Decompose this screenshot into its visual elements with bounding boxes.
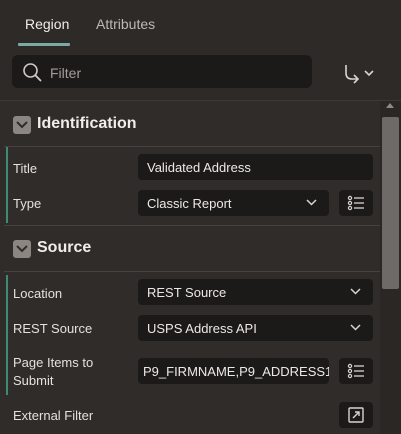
scroll-up-arrow[interactable] (386, 103, 394, 108)
required-marker (6, 347, 8, 395)
property-label: Type (13, 196, 42, 211)
collapse-toggle[interactable] (13, 116, 31, 134)
location-value: REST Source (147, 285, 227, 300)
scrollbar-thumb[interactable] (382, 117, 399, 289)
title-value: Validated Address (147, 160, 251, 175)
type-select[interactable]: Classic Report (138, 190, 329, 216)
chevron-down-icon (16, 121, 28, 129)
chevron-down-icon (350, 288, 361, 295)
property-external-filter: External Filter (4, 399, 380, 431)
external-filter-open-button[interactable] (339, 402, 373, 428)
tab-bar: Region Attributes (0, 0, 401, 46)
type-value: Classic Report (147, 196, 232, 211)
collapse-toggle[interactable] (13, 240, 31, 258)
property-label: Location (13, 286, 63, 301)
property-page-items: Page Items to Submit P9_FIRMNAME,P9_ADDR… (4, 347, 380, 395)
list-icon (347, 363, 364, 379)
property-label: External Filter (13, 408, 94, 423)
required-marker (6, 147, 8, 187)
property-label: REST Source (13, 321, 93, 336)
title-field[interactable]: Validated Address (138, 154, 373, 180)
section-title-identification: Identification (37, 115, 137, 132)
property-label: Title (13, 161, 38, 176)
type-list-button[interactable] (339, 190, 373, 216)
search-icon (22, 62, 42, 82)
filter-box (12, 55, 312, 90)
chevron-down-icon (16, 245, 28, 253)
open-dialog-icon (348, 407, 364, 423)
required-marker (6, 311, 8, 347)
page-items-list-button[interactable] (339, 358, 373, 384)
filter-input[interactable] (48, 55, 302, 90)
filter-bar (0, 46, 401, 100)
tab-region[interactable]: Region (25, 16, 69, 32)
section-divider (4, 225, 380, 226)
rest-source-select[interactable]: USPS Address API (138, 315, 373, 341)
property-label: Page Items to (13, 355, 94, 370)
tab-attributes[interactable]: Attributes (96, 16, 155, 32)
property-label-continued: Submit (13, 373, 54, 388)
chevron-down-icon (350, 324, 361, 331)
property-title: Title Validated Address (4, 147, 380, 187)
property-location: Location REST Source (4, 275, 380, 311)
section-divider (4, 271, 380, 272)
chevron-down-icon (306, 199, 317, 206)
required-marker (6, 275, 8, 311)
section-source-header[interactable]: Source (4, 227, 380, 271)
goto-group-icon (345, 65, 374, 84)
section-identification-header[interactable]: Identification (4, 103, 380, 147)
page-items-value: P9_FIRMNAME,P9_ADDRESS1 (143, 364, 329, 379)
rest-source-value: USPS Address API (147, 321, 257, 336)
property-editor: Identification Title Validated Address T… (4, 101, 380, 434)
property-type: Type Classic Report (4, 187, 380, 223)
section-title-source: Source (37, 239, 92, 256)
list-icon (347, 195, 364, 211)
property-rest-source: REST Source USPS Address API (4, 311, 380, 347)
required-marker (6, 187, 8, 223)
location-select[interactable]: REST Source (138, 279, 373, 305)
goto-group-button[interactable] (340, 61, 380, 85)
page-items-field[interactable]: P9_FIRMNAME,P9_ADDRESS1 (138, 358, 329, 384)
